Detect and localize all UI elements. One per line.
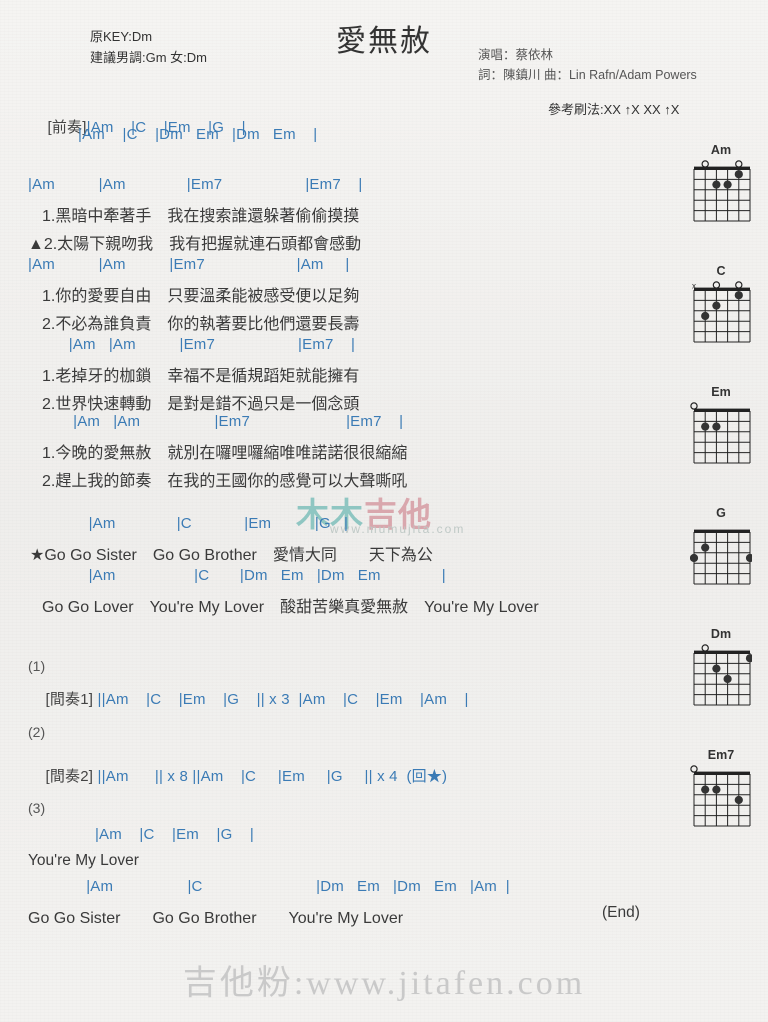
- chord-diagram-em7: Em7: [690, 748, 752, 840]
- verse-3-lyric-2: 2.世界快速轉動 是對是錯不過只是一個念頭: [42, 396, 360, 413]
- chord-diagram-am: Am: [690, 143, 752, 235]
- chord-diagram-grid: [690, 402, 751, 464]
- interlude-2-label: [間奏2]: [45, 768, 94, 785]
- chord-diagram-name: Em: [711, 385, 731, 399]
- verse-2-lyric-1: 1.你的愛要自由 只要溫柔能被感受便以足夠: [42, 288, 360, 305]
- intro-row-2: |Am |C |Dm Em |Dm Em |: [78, 126, 318, 143]
- verse-2-lyric-2: 2.不必為誰負責 你的執著要比他們還要長壽: [42, 316, 360, 333]
- verse-1-chords: |Am |Am |Em7 |Em7 |: [28, 176, 363, 193]
- ending-number: (3): [28, 800, 46, 816]
- verse-1-lyric-2: ▲2.太陽下親吻我 我有把握就連石頭都會感動: [28, 236, 362, 253]
- chord-diagram-name: Em7: [707, 748, 735, 762]
- chord-diagram-name: Am: [710, 143, 732, 157]
- verse-1-lyric-1: 1.黑暗中牽著手 我在搜索誰還躲著偷偷摸摸: [42, 208, 360, 225]
- chord-diagram-list: Am Cx Em G Dm Em7: [690, 143, 752, 869]
- interlude-1-row: [間奏1] ||Am |C |Em |G || x 3 |Am |C |Em |…: [28, 671, 469, 726]
- verse-4-chords: |Am |Am |Em7 |Em7 |: [60, 413, 404, 430]
- verse-2-chords: |Am |Am |Em7 |Am |: [28, 256, 350, 273]
- chord-diagram-em: Em: [690, 385, 752, 477]
- verse-3-lyric-1: 1.老掉牙的枷鎖 幸福不是循規蹈矩就能擁有: [42, 368, 360, 385]
- verse-3-chords: |Am |Am |Em7 |Em7 |: [60, 336, 356, 353]
- ending-line-2-chords: |Am |C |Dm Em |Dm Em |Am |: [60, 878, 510, 895]
- chord-diagram-c: Cx: [690, 264, 752, 356]
- chorus-2-lyric: Go Go Lover You're My Lover 酸甜苦樂真愛無赦 You…: [42, 599, 539, 616]
- chord-diagram-grid: [693, 644, 752, 706]
- ending-line-1-lyric: You're My Lover: [28, 852, 139, 869]
- chord-diagram-grid: [690, 529, 752, 585]
- chord-diagram-grid: [690, 765, 751, 827]
- chord-diagram-g: G: [690, 506, 752, 598]
- ending-line-1-chords: |Am |C |Em |G |: [60, 826, 255, 843]
- chord-diagram-name: C: [716, 264, 726, 278]
- interlude-2-chords: ||Am || x 8 ||Am |C |Em |G || x 4 (回★): [97, 768, 448, 785]
- interlude-1-label: [間奏1]: [45, 691, 94, 708]
- writer-credit: 詞：陳鎮川 曲：Lin Rafn/Adam Powers: [478, 68, 697, 82]
- chorus-1-chords: |Am |C |Em |G |: [58, 515, 349, 532]
- interlude-2-row: [間奏2] ||Am || x 8 ||Am |C |Em |G || x 4 …: [28, 748, 447, 803]
- verse-4-lyric-1: 1.今晚的愛無赦 就別在囉哩囉縮唯唯諾諾很很縮縮: [42, 445, 408, 462]
- chorus-2-chords: |Am |C |Dm Em |Dm Em |: [58, 567, 446, 584]
- singer-credit: 演唱：蔡依林: [478, 48, 554, 62]
- end-marker: (End): [602, 904, 640, 921]
- verse-4-lyric-2: 2.趕上我的節奏 在我的王國你的感覺可以大聲嘶吼: [42, 473, 408, 490]
- credits: 演唱：蔡依林 詞：陳鎮川 曲：Lin Rafn/Adam Powers: [478, 45, 697, 85]
- interlude-2-number: (2): [28, 724, 46, 740]
- ending-line-2-lyric: Go Go Sister Go Go Brother You're My Lov…: [28, 910, 404, 927]
- interlude-1-chords: ||Am |C |Em |G || x 3 |Am |C |Em |Am |: [97, 691, 469, 708]
- chord-diagram-grid: x: [692, 281, 751, 343]
- chord-diagram-grid: [693, 160, 751, 222]
- chorus-1-lyric: ★Go Go Sister Go Go Brother 愛情大同 天下為公: [30, 547, 433, 564]
- chord-diagram-name: G: [716, 506, 726, 520]
- strumming-pattern: 參考刷法:XX ↑X XX ↑X: [548, 102, 680, 117]
- chord-sheet: 原KEY:Dm 建議男調:Gm 女:Dm 愛無赦 演唱：蔡依林 詞：陳鎮川 曲：…: [0, 0, 768, 1022]
- chord-diagram-dm: Dm: [690, 627, 752, 719]
- chord-diagram-name: Dm: [710, 627, 732, 641]
